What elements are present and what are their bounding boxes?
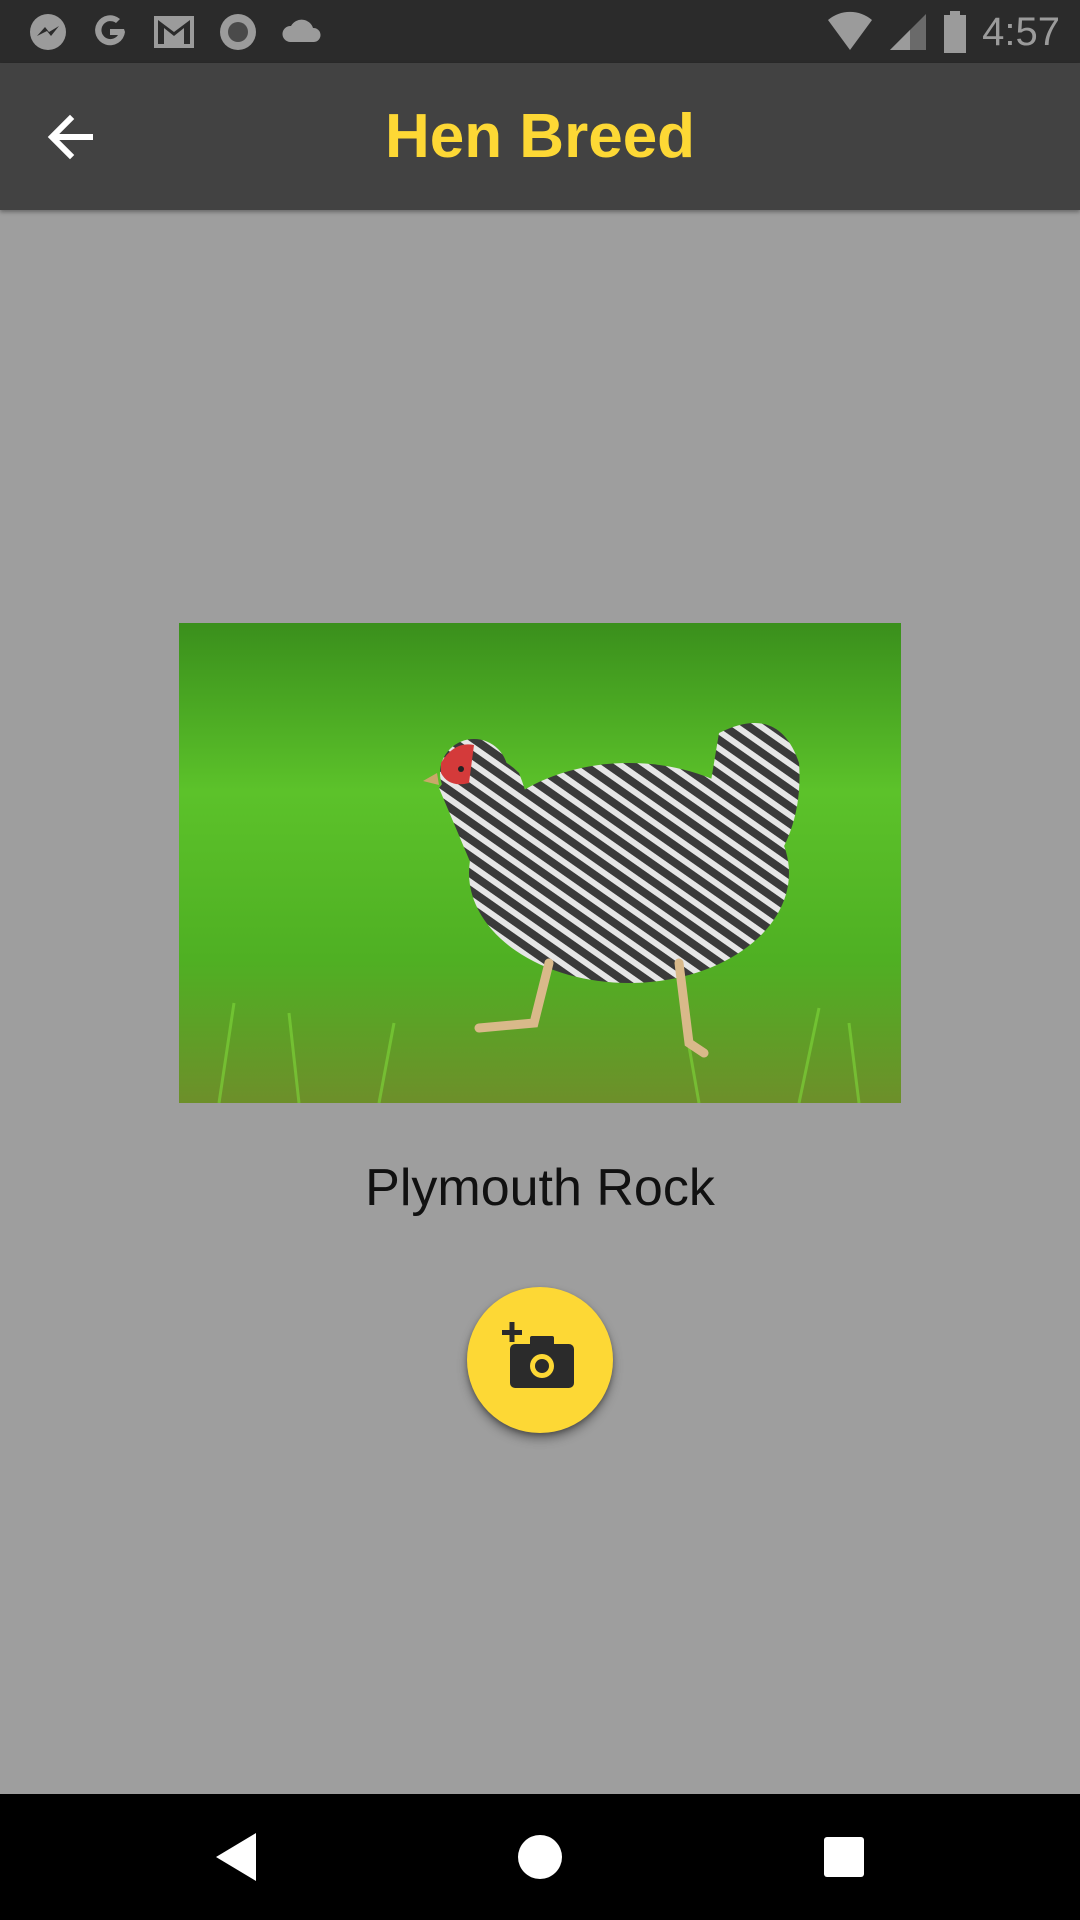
page-title: Hen Breed bbox=[384, 102, 696, 171]
nav-home-button[interactable] bbox=[510, 1827, 570, 1887]
clock: 4:57 bbox=[982, 10, 1060, 54]
home-circle-icon bbox=[518, 1835, 562, 1879]
nav-recents-button[interactable] bbox=[814, 1827, 874, 1887]
system-icons: 4:57 bbox=[826, 8, 1060, 56]
recents-square-icon bbox=[824, 1837, 864, 1877]
nav-back-button[interactable] bbox=[206, 1827, 266, 1887]
app-bar: Hen Breed bbox=[0, 63, 1080, 210]
notification-icons bbox=[28, 12, 324, 52]
wifi-icon bbox=[828, 11, 873, 50]
hen-photo bbox=[179, 623, 901, 1103]
system-nav-bar bbox=[0, 1794, 1080, 1920]
circle-app-icon bbox=[220, 14, 256, 50]
gmail-icon bbox=[154, 16, 194, 48]
add-a-photo-icon bbox=[502, 1322, 574, 1388]
cloud-icon bbox=[282, 19, 321, 42]
breed-name: Plymouth Rock bbox=[365, 1159, 715, 1217]
back-triangle-icon bbox=[216, 1833, 256, 1881]
google-icon bbox=[95, 15, 125, 46]
cell-signal-icon bbox=[890, 14, 927, 50]
status-bar: 4:57 bbox=[0, 0, 1080, 63]
messenger-icon bbox=[30, 14, 66, 50]
battery-icon bbox=[944, 11, 967, 53]
add-photo-button[interactable] bbox=[467, 1287, 613, 1433]
